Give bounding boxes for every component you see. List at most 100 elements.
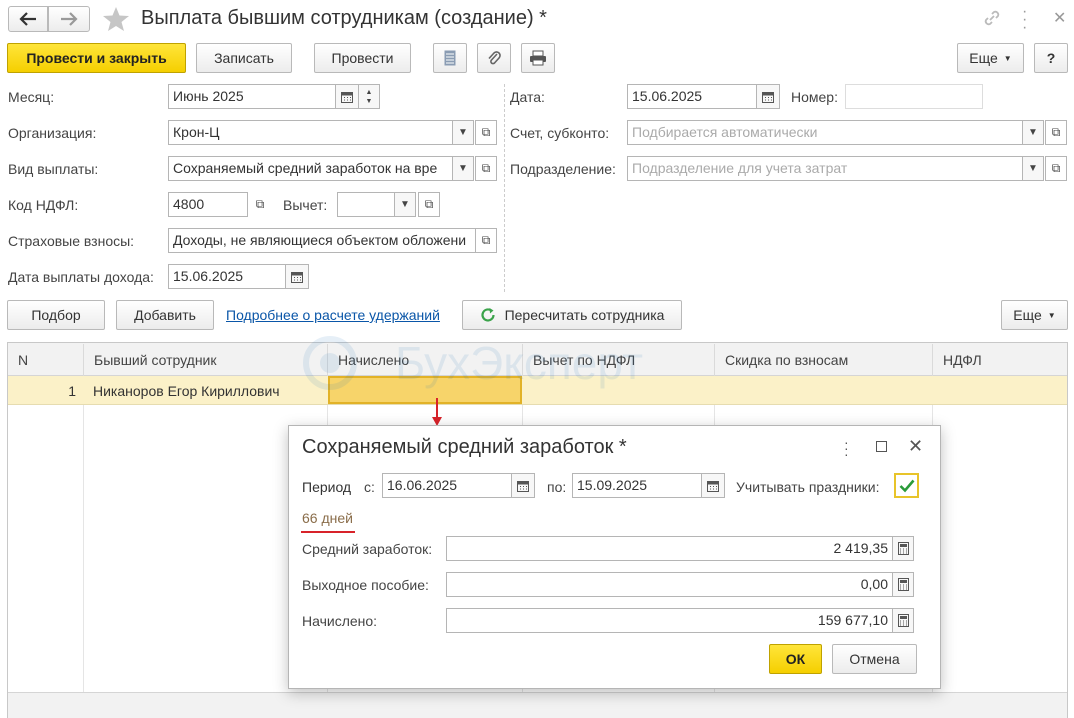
recalc-employee-button[interactable]: Пересчитать сотрудника xyxy=(462,300,682,330)
arrow-right-icon xyxy=(61,12,78,26)
save-button[interactable]: Записать xyxy=(196,43,292,73)
month-calendar-button[interactable] xyxy=(335,84,359,109)
dialog-more-icon[interactable]: · · · xyxy=(844,435,849,461)
col-header-n[interactable]: N xyxy=(8,344,84,376)
severance-field[interactable]: 0,00 xyxy=(446,572,893,597)
calendar-icon xyxy=(762,91,774,103)
table-footer xyxy=(8,692,1067,718)
col-header-employee[interactable]: Бывший сотрудник xyxy=(84,344,328,376)
month-field[interactable]: Июнь 2025 xyxy=(168,84,336,109)
division-label: Подразделение: xyxy=(510,161,616,177)
insurance-open[interactable]: ⧉ xyxy=(475,228,497,253)
spin-down-icon[interactable]: ▼ xyxy=(366,97,373,106)
calendar-icon xyxy=(707,480,719,492)
calendar-icon xyxy=(517,480,529,492)
calendar-icon xyxy=(291,271,303,283)
date-calendar-button[interactable] xyxy=(756,84,780,109)
open-form-icon: ⧉ xyxy=(481,125,491,139)
table-more-button[interactable]: Еще ▼ xyxy=(1001,300,1068,330)
division-open[interactable]: ⧉ xyxy=(1045,156,1067,181)
number-field[interactable] xyxy=(845,84,983,109)
insurance-field[interactable]: Доходы, не являющиеся объектом обложени xyxy=(168,228,476,253)
organization-open[interactable]: ⧉ xyxy=(475,120,497,145)
division-dropdown[interactable]: ▼ xyxy=(1022,156,1044,181)
open-form-icon: ⧉ xyxy=(481,161,491,175)
open-form-icon: ⧉ xyxy=(1051,161,1061,175)
income-date-calendar-button[interactable] xyxy=(285,264,309,289)
chevron-down-icon: ▼ xyxy=(1028,127,1038,138)
ndfl-code-field[interactable]: 4800 xyxy=(168,192,248,217)
deduction-field[interactable] xyxy=(337,192,395,217)
paperclip-icon xyxy=(488,51,501,65)
avg-earnings-field[interactable]: 2 419,35 xyxy=(446,536,893,561)
avg-earnings-calc-button[interactable] xyxy=(892,536,914,561)
payment-type-field[interactable]: Сохраняемый средний заработок на вре xyxy=(168,156,453,181)
month-label: Месяц: xyxy=(8,89,55,105)
col-header-ndfl[interactable]: НДФЛ xyxy=(933,344,1067,376)
row-employee[interactable]: Никаноров Егор Кириллович xyxy=(93,376,280,405)
deduction-dropdown[interactable]: ▼ xyxy=(394,192,416,217)
period-from-calendar-button[interactable] xyxy=(511,473,535,498)
dialog-maximize-icon[interactable] xyxy=(876,441,887,452)
column-separator xyxy=(504,84,505,292)
dialog-close-icon[interactable]: ✕ xyxy=(908,436,923,457)
calculator-icon xyxy=(897,542,909,555)
row-ndfl-cell[interactable] xyxy=(933,376,1067,404)
month-spinner[interactable]: ▲ ▼ xyxy=(358,84,380,109)
organization-field[interactable]: Крон-Ц xyxy=(168,120,453,145)
date-field[interactable]: 15.06.2025 xyxy=(627,84,757,109)
organization-label: Организация: xyxy=(8,125,97,141)
dialog-accrued-field[interactable]: 159 677,10 xyxy=(446,608,893,633)
link-icon[interactable] xyxy=(983,9,1001,27)
refresh-icon xyxy=(480,308,495,322)
division-field[interactable]: Подразделение для учета затрат xyxy=(627,156,1023,181)
cancel-button[interactable]: Отмена xyxy=(832,644,917,674)
help-button[interactable]: ? xyxy=(1034,43,1068,73)
period-label: Период xyxy=(302,479,352,495)
ok-button[interactable]: ОК xyxy=(769,644,822,674)
account-field[interactable]: Подбирается автоматически xyxy=(627,120,1023,145)
income-date-label: Дата выплаты дохода: xyxy=(8,269,154,285)
back-button[interactable] xyxy=(8,6,48,32)
account-open[interactable]: ⧉ xyxy=(1045,120,1067,145)
account-dropdown[interactable]: ▼ xyxy=(1022,120,1044,145)
spin-up-icon[interactable]: ▲ xyxy=(366,88,373,97)
calculator-icon xyxy=(897,614,909,627)
select-button[interactable]: Подбор xyxy=(7,300,105,330)
post-button[interactable]: Провести xyxy=(314,43,411,73)
deductions-details-link[interactable]: Подробнее о расчете удержаний xyxy=(226,307,440,323)
account-label: Счет, субконто: xyxy=(510,125,610,141)
attach-button[interactable] xyxy=(477,43,511,73)
document-icon xyxy=(444,50,456,66)
severance-calc-button[interactable] xyxy=(892,572,914,597)
document-list-button[interactable] xyxy=(433,43,467,73)
post-and-close-button[interactable]: Провести и закрыть xyxy=(7,43,186,73)
payment-type-dropdown[interactable]: ▼ xyxy=(452,156,474,181)
period-to-field[interactable]: 15.09.2025 xyxy=(572,473,702,498)
more-button[interactable]: Еще ▼ xyxy=(957,43,1024,73)
forward-button[interactable] xyxy=(48,6,90,32)
more-vert-icon[interactable]: · · · xyxy=(1022,4,1027,36)
dialog-accrued-calc-button[interactable] xyxy=(892,608,914,633)
ndfl-code-open[interactable]: ⧉ xyxy=(249,192,271,217)
payment-type-open[interactable]: ⧉ xyxy=(475,156,497,181)
calendar-icon xyxy=(341,91,353,103)
grid-line xyxy=(8,405,84,718)
chevron-down-icon: ▼ xyxy=(1028,163,1038,174)
add-button[interactable]: Добавить xyxy=(116,300,214,330)
period-from-field[interactable]: 16.06.2025 xyxy=(382,473,512,498)
organization-dropdown[interactable]: ▼ xyxy=(452,120,474,145)
print-button[interactable] xyxy=(521,43,555,73)
close-icon[interactable]: ✕ xyxy=(1053,8,1066,28)
star-icon[interactable] xyxy=(102,6,130,32)
arrow-down-icon xyxy=(432,398,442,426)
chevron-down-icon: ▼ xyxy=(1003,53,1012,63)
deduction-open[interactable]: ⧉ xyxy=(418,192,440,217)
chevron-down-icon: ▼ xyxy=(1047,310,1056,320)
holidays-checkbox[interactable] xyxy=(894,473,919,498)
deduction-label: Вычет: xyxy=(283,197,328,213)
holidays-label: Учитывать праздники: xyxy=(736,479,880,495)
arrow-left-icon xyxy=(19,12,36,26)
income-date-field[interactable]: 15.06.2025 xyxy=(168,264,286,289)
period-to-calendar-button[interactable] xyxy=(701,473,725,498)
